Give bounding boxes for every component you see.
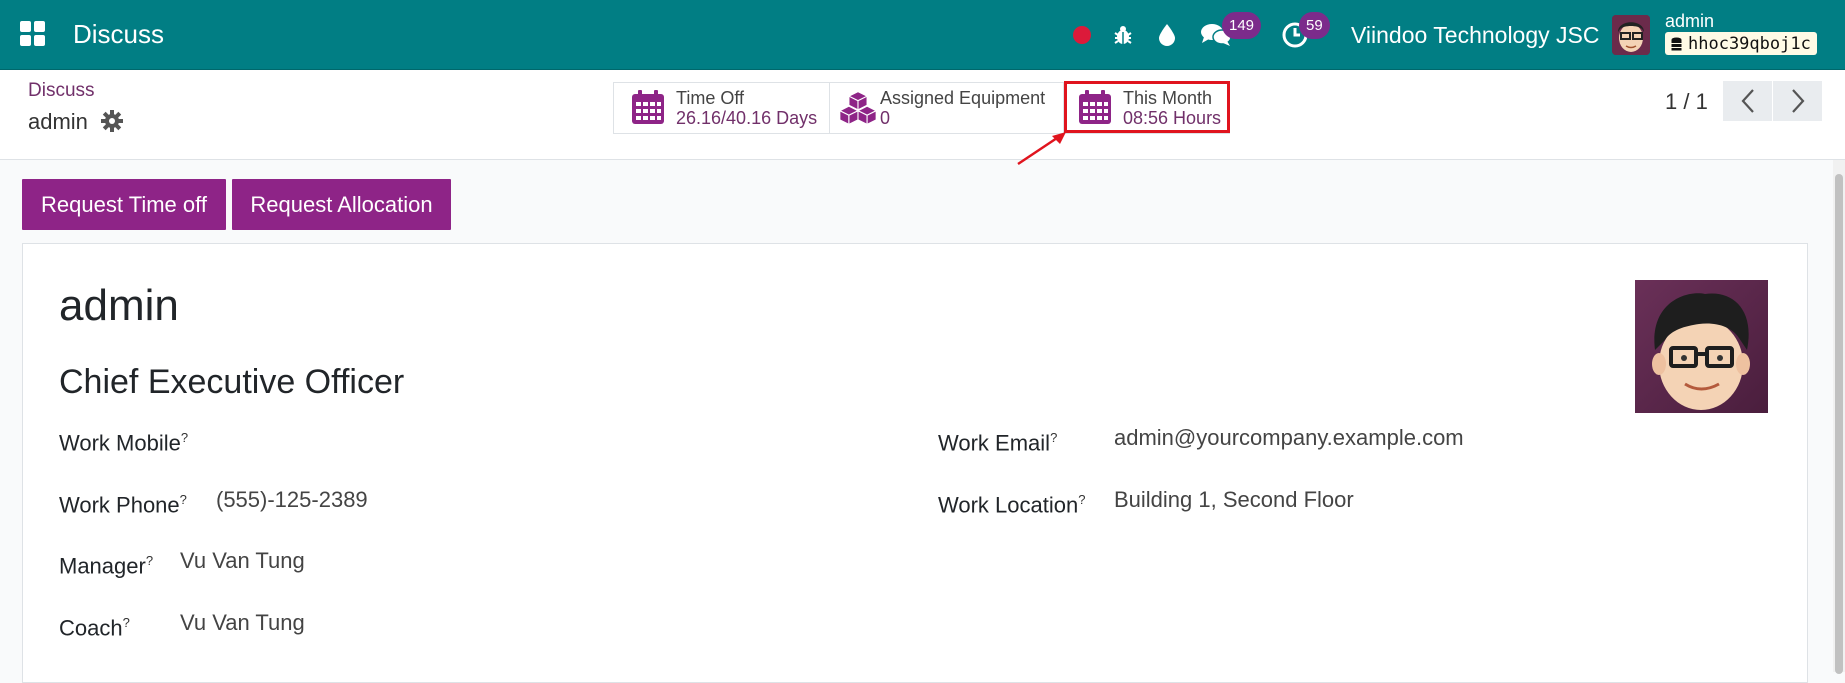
assigned-equipment-label: Assigned Equipment: [880, 88, 1046, 108]
gear-icon[interactable]: [101, 110, 123, 132]
work-email-help[interactable]: ?: [1050, 430, 1057, 445]
manager-field[interactable]: Vu Van Tung: [180, 547, 305, 575]
work-mobile-label: Work Mobile?: [59, 430, 189, 456]
avatar-face-icon: [1612, 15, 1650, 55]
manager-label: Manager?: [59, 553, 154, 579]
company-switcher[interactable]: Viindoo Technology JSC: [1351, 19, 1600, 51]
apps-grid-icon[interactable]: [20, 21, 46, 47]
breadcrumb-parent-link[interactable]: Discuss: [28, 79, 95, 103]
bug-icon: [1114, 26, 1132, 44]
database-name: hhoc39qboj1c: [1688, 33, 1811, 54]
record-button[interactable]: [1071, 20, 1093, 50]
debug-button[interactable]: [1110, 20, 1136, 50]
chevron-left-icon: [1741, 89, 1754, 113]
pager-value[interactable]: 1 / 1: [1665, 88, 1708, 116]
breadcrumb-current: admin: [28, 109, 88, 134]
job-title[interactable]: Chief Executive Officer: [59, 362, 404, 402]
request-allocation-button[interactable]: Request Allocation: [232, 179, 451, 230]
top-navbar: Discuss 149 59 Viindoo Technology JSC ad…: [0, 0, 1845, 70]
database-icon: [1671, 37, 1682, 50]
work-email-label: Work Email?: [938, 430, 1058, 456]
pager-previous-button[interactable]: [1723, 81, 1772, 121]
coach-label: Coach?: [59, 615, 130, 641]
employee-photo[interactable]: [1635, 280, 1768, 413]
this-month-value: 08:56 Hours: [1123, 108, 1222, 128]
work-location-label: Work Location?: [938, 492, 1086, 518]
smart-button-time-off[interactable]: Time Off 26.16/40.16 Days: [613, 82, 830, 134]
app-title[interactable]: Discuss: [73, 17, 164, 51]
work-phone-label: Work Phone?: [59, 492, 187, 518]
user-avatar[interactable]: [1612, 15, 1650, 55]
manager-help[interactable]: ?: [146, 553, 153, 568]
scrollbar-thumb[interactable]: [1835, 174, 1843, 674]
work-location-help[interactable]: ?: [1078, 492, 1085, 507]
theme-button[interactable]: [1155, 20, 1179, 50]
coach-field[interactable]: Vu Van Tung: [180, 609, 305, 637]
cubes-icon: [838, 91, 878, 126]
smart-button-this-month[interactable]: This Month 08:56 Hours: [1064, 82, 1230, 134]
messages-badge: 149: [1222, 12, 1262, 39]
this-month-label: This Month: [1123, 88, 1213, 108]
employee-name[interactable]: admin: [59, 280, 179, 332]
time-off-label: Time Off: [676, 88, 745, 108]
calendar-icon: [632, 90, 664, 124]
scrollbar[interactable]: [1833, 160, 1845, 674]
work-phone-help[interactable]: ?: [180, 492, 187, 507]
user-name[interactable]: admin: [1665, 10, 1714, 32]
smart-button-assigned-equipment[interactable]: Assigned Equipment 0: [829, 82, 1064, 134]
request-time-off-button[interactable]: Request Time off: [22, 179, 226, 230]
chevron-right-icon: [1791, 89, 1804, 113]
database-badge: hhoc39qboj1c: [1665, 32, 1817, 55]
pager-next-button[interactable]: [1773, 81, 1822, 121]
assigned-equipment-value: 0: [880, 108, 891, 128]
work-phone-field[interactable]: (555)-125-2389: [216, 486, 368, 514]
record-dot-icon: [1073, 26, 1091, 44]
coach-help[interactable]: ?: [123, 615, 130, 630]
work-email-field[interactable]: admin@yourcompany.example.com: [1114, 424, 1464, 452]
drop-icon: [1159, 24, 1175, 46]
employee-avatar-icon: [1652, 293, 1750, 410]
work-location-field[interactable]: Building 1, Second Floor: [1114, 486, 1354, 514]
work-mobile-help[interactable]: ?: [181, 430, 188, 445]
calendar-icon: [1079, 90, 1111, 124]
time-off-value: 26.16/40.16 Days: [676, 108, 818, 128]
activities-badge: 59: [1299, 12, 1330, 39]
